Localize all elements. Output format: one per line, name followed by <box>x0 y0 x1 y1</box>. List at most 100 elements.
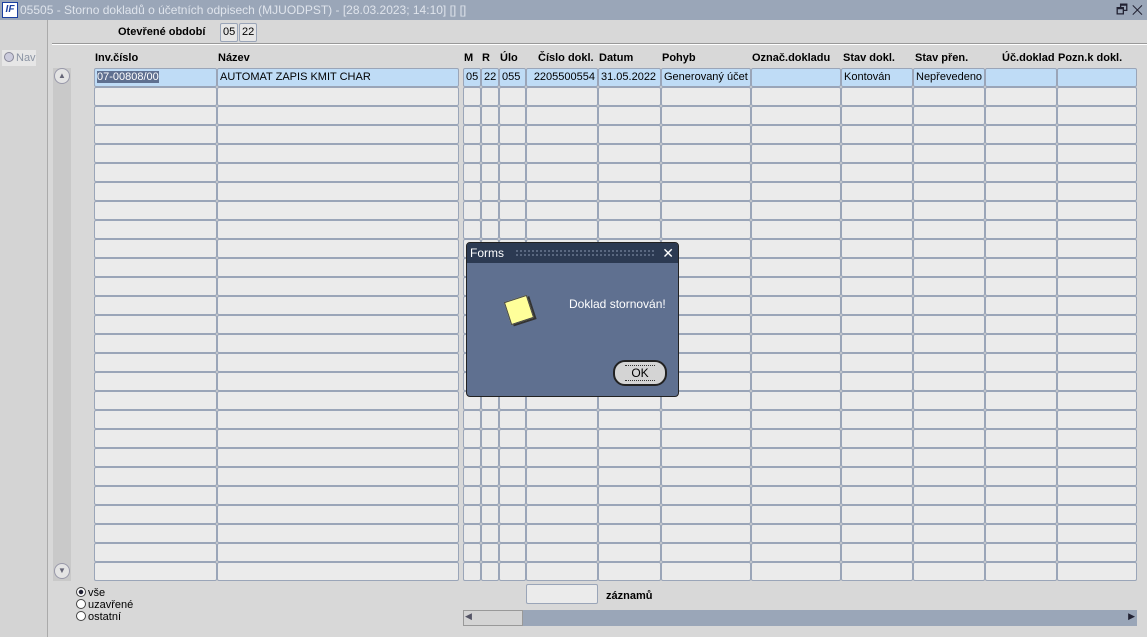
table-cell[interactable] <box>598 467 661 486</box>
table-cell[interactable] <box>841 524 913 543</box>
table-cell[interactable] <box>985 201 1057 220</box>
table-cell[interactable] <box>463 524 481 543</box>
table-cell[interactable] <box>463 543 481 562</box>
scroll-thumb[interactable] <box>463 610 523 626</box>
table-cell[interactable] <box>751 163 841 182</box>
table-cell[interactable] <box>94 220 217 239</box>
table-cell[interactable] <box>217 429 459 448</box>
table-cell[interactable] <box>526 524 598 543</box>
table-cell[interactable] <box>481 543 499 562</box>
vertical-scrollbar[interactable]: ▲ ▼ <box>53 68 71 581</box>
table-cell[interactable] <box>841 486 913 505</box>
table-cell[interactable] <box>526 87 598 106</box>
table-cell[interactable] <box>913 429 985 448</box>
table-cell[interactable] <box>841 258 913 277</box>
table-cell[interactable] <box>1057 258 1137 277</box>
table-cell[interactable] <box>1057 353 1137 372</box>
table-cell[interactable] <box>661 486 751 505</box>
table-cell[interactable] <box>913 182 985 201</box>
table-cell[interactable] <box>751 448 841 467</box>
table-cell[interactable] <box>841 467 913 486</box>
restore-icon[interactable]: 🗗 <box>1116 2 1128 17</box>
table-cell[interactable] <box>94 353 217 372</box>
table-cell[interactable] <box>913 410 985 429</box>
table-cell[interactable] <box>661 220 751 239</box>
table-cell[interactable] <box>598 429 661 448</box>
table-cell[interactable] <box>751 543 841 562</box>
table-cell[interactable] <box>94 562 217 581</box>
table-cell[interactable] <box>1057 410 1137 429</box>
table-cell[interactable] <box>1057 106 1137 125</box>
table-cell[interactable] <box>751 220 841 239</box>
table-cell[interactable] <box>94 144 217 163</box>
table-cell[interactable] <box>499 144 526 163</box>
table-cell[interactable] <box>463 125 481 144</box>
table-cell[interactable] <box>481 182 499 201</box>
table-cell[interactable] <box>751 277 841 296</box>
table-cell[interactable] <box>913 315 985 334</box>
table-cell[interactable] <box>1057 277 1137 296</box>
table-cell[interactable] <box>841 505 913 524</box>
table-cell[interactable] <box>841 144 913 163</box>
table-cell[interactable] <box>217 410 459 429</box>
table-cell[interactable] <box>463 429 481 448</box>
table-cell[interactable] <box>1057 429 1137 448</box>
table-cell[interactable] <box>841 543 913 562</box>
table-cell[interactable] <box>217 543 459 562</box>
table-cell[interactable] <box>1057 505 1137 524</box>
table-cell[interactable] <box>598 144 661 163</box>
table-cell[interactable] <box>526 106 598 125</box>
table-cell[interactable] <box>598 505 661 524</box>
table-cell[interactable] <box>913 144 985 163</box>
table-cell[interactable]: 07-00808/00 <box>94 68 217 87</box>
table-cell[interactable]: Kontován <box>841 68 913 87</box>
table-cell[interactable] <box>463 87 481 106</box>
table-cell[interactable] <box>481 201 499 220</box>
table-cell[interactable] <box>463 144 481 163</box>
dialog-close-icon[interactable]: ✕ <box>662 243 674 263</box>
table-cell[interactable] <box>217 391 459 410</box>
table-cell[interactable] <box>217 220 459 239</box>
table-cell[interactable] <box>481 448 499 467</box>
table-cell[interactable] <box>94 543 217 562</box>
radio-icon[interactable] <box>76 611 86 621</box>
table-cell[interactable] <box>985 543 1057 562</box>
table-cell[interactable] <box>985 410 1057 429</box>
table-cell[interactable] <box>526 505 598 524</box>
table-cell[interactable] <box>913 296 985 315</box>
radio-icon[interactable] <box>76 587 86 597</box>
table-cell[interactable] <box>751 239 841 258</box>
table-cell[interactable] <box>841 201 913 220</box>
table-cell[interactable] <box>751 524 841 543</box>
table-cell[interactable] <box>94 239 217 258</box>
table-cell[interactable] <box>1057 182 1137 201</box>
table-cell[interactable] <box>94 467 217 486</box>
table-cell[interactable] <box>94 125 217 144</box>
table-cell[interactable] <box>1057 68 1137 87</box>
table-cell[interactable] <box>1057 334 1137 353</box>
table-cell[interactable] <box>598 125 661 144</box>
table-cell[interactable] <box>985 163 1057 182</box>
table-cell[interactable] <box>751 182 841 201</box>
table-cell[interactable] <box>598 163 661 182</box>
table-cell[interactable] <box>913 277 985 296</box>
table-cell[interactable] <box>841 163 913 182</box>
table-cell[interactable] <box>913 562 985 581</box>
table-cell[interactable] <box>661 125 751 144</box>
table-cell[interactable] <box>985 277 1057 296</box>
table-cell[interactable] <box>841 125 913 144</box>
table-cell[interactable] <box>1057 524 1137 543</box>
table-cell[interactable] <box>217 315 459 334</box>
table-cell[interactable] <box>217 467 459 486</box>
table-cell[interactable] <box>499 467 526 486</box>
table-cell[interactable] <box>1057 144 1137 163</box>
table-cell[interactable] <box>598 87 661 106</box>
table-cell[interactable] <box>985 258 1057 277</box>
table-cell[interactable] <box>94 448 217 467</box>
table-cell[interactable] <box>481 467 499 486</box>
table-cell[interactable] <box>841 429 913 448</box>
table-cell[interactable] <box>751 429 841 448</box>
table-cell[interactable] <box>598 543 661 562</box>
table-cell[interactable] <box>841 391 913 410</box>
table-cell[interactable] <box>217 125 459 144</box>
